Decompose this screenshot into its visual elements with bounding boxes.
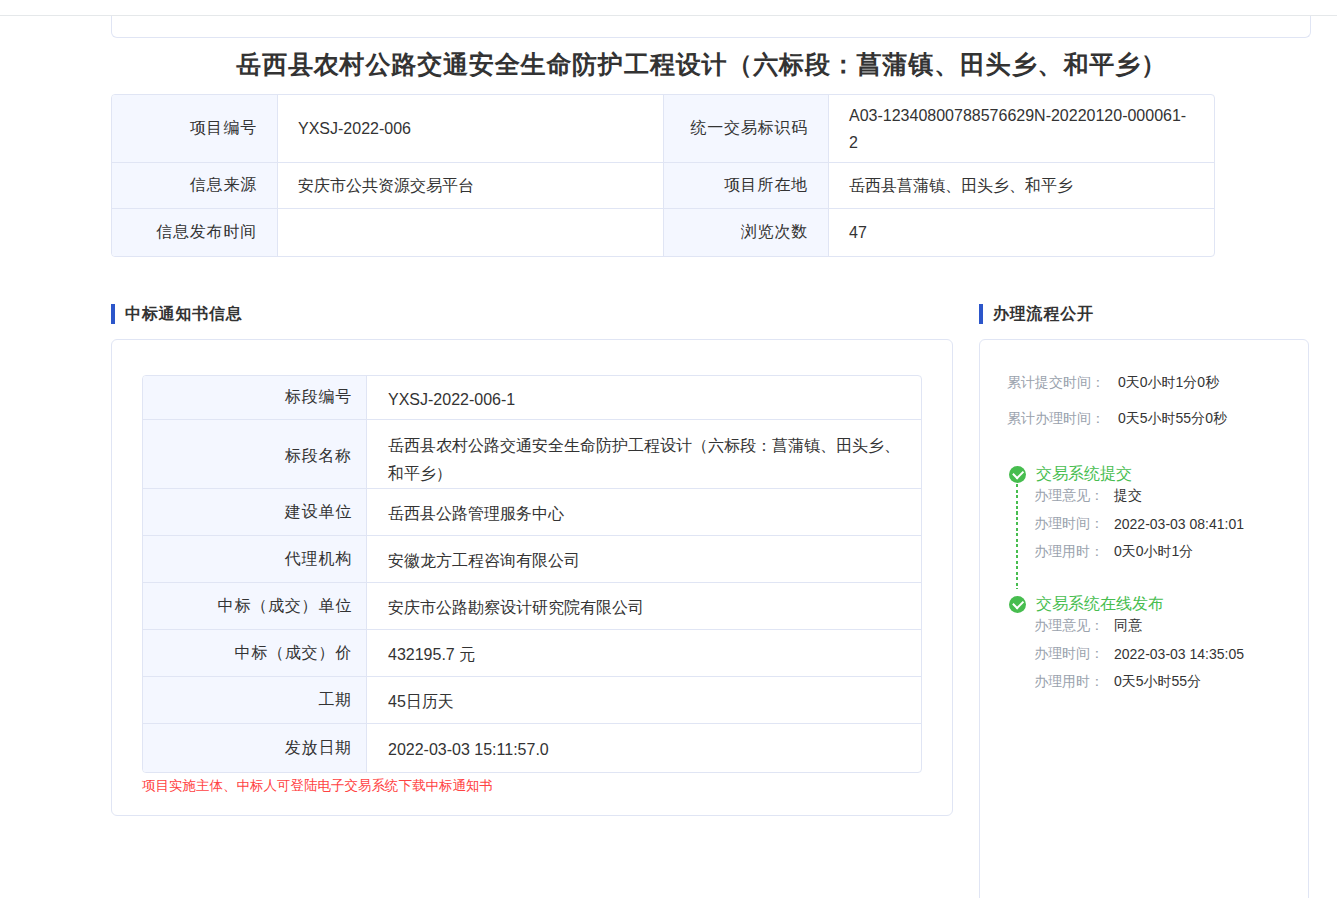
info-source-label: 信息来源	[112, 163, 278, 209]
issue-date-value: 2022-03-03 15:11:57.0	[367, 724, 921, 772]
duration-value: 45日历天	[367, 677, 921, 723]
process-section-header: 办理流程公开	[979, 304, 1094, 324]
notice-row-construction-unit: 建设单位岳西县公路管理服务中心	[143, 489, 921, 536]
step-1-detail-2: 办理用时：0天0小时1分	[1034, 542, 1193, 562]
notice-section-title: 中标通知书信息	[125, 304, 243, 325]
notice-section-header: 中标通知书信息	[111, 304, 243, 324]
project-location-label: 项目所在地	[664, 163, 829, 209]
publish-time-value	[278, 209, 664, 256]
timeline-step-1-header: 交易系统提交	[1009, 466, 1132, 483]
step-2-detail-1: 办理时间：2022-03-03 14:35:05	[1034, 644, 1244, 664]
section-number-value: YXSJ-2022-006-1	[367, 376, 921, 419]
summary-row-submit-time: 累计提交时间：0天0小时1分0秒	[1007, 373, 1219, 393]
step-1-detail-1: 办理时间：2022-03-03 08:41:01	[1034, 514, 1244, 534]
step-1-detail-0: 办理意见：提交	[1034, 486, 1142, 506]
process-section-accent-bar	[979, 304, 983, 324]
agency-label: 代理机构	[143, 536, 367, 582]
project-number-value: YXSJ-2022-006	[278, 95, 664, 163]
timeline-step-1: 交易系统提交办理意见：提交办理时间：2022-03-03 08:41:01办理用…	[1009, 466, 1132, 483]
notice-row-section-number: 标段编号YXSJ-2022-006-1	[143, 376, 921, 420]
notice-row-winning-price: 中标（成交）价432195.7 元	[143, 630, 921, 677]
notice-download-note: 项目实施主体、中标人可登陆电子交易系统下载中标通知书	[142, 777, 493, 795]
section-number-label: 标段编号	[143, 376, 367, 419]
timeline-step-2-header: 交易系统在线发布	[1009, 596, 1164, 613]
winning-price-value: 432195.7 元	[367, 630, 921, 676]
view-count-value: 47	[829, 209, 1214, 256]
agency-value: 安徽龙方工程咨询有限公司	[367, 536, 921, 582]
project-info-table: 项目编号YXSJ-2022-006统一交易标识码A03-123408007885…	[111, 94, 1215, 257]
notice-row-winning-bidder: 中标（成交）单位安庆市公路勘察设计研究院有限公司	[143, 583, 921, 630]
summary-row-process-time: 累计办理时间：0天5小时55分0秒	[1007, 409, 1227, 429]
trade-id-label: 统一交易标识码	[664, 95, 829, 163]
timeline-connector	[1016, 484, 1018, 589]
publish-time-label: 信息发布时间	[112, 209, 278, 256]
winning-bidder-value: 安庆市公路勘察设计研究院有限公司	[367, 583, 921, 629]
page-title: 岳西县农村公路交通安全生命防护工程设计（六标段：菖蒲镇、田头乡、和平乡）	[111, 50, 1292, 79]
check-circle-icon	[1009, 596, 1026, 613]
section-name-label: 标段名称	[143, 420, 367, 488]
breadcrumb-box	[111, 16, 1311, 38]
notice-row-issue-date: 发放日期2022-03-03 15:11:57.0	[143, 724, 921, 772]
view-count-label: 浏览次数	[664, 209, 829, 256]
construction-unit-label: 建设单位	[143, 489, 367, 535]
notice-row-agency: 代理机构安徽龙方工程咨询有限公司	[143, 536, 921, 583]
construction-unit-value: 岳西县公路管理服务中心	[367, 489, 921, 535]
duration-label: 工期	[143, 677, 367, 723]
project-number-label: 项目编号	[112, 95, 278, 163]
section-name-value: 岳西县农村公路交通安全生命防护工程设计（六标段：菖蒲镇、田头乡、和平乡）	[367, 420, 921, 488]
trade-id-value: A03-12340800788576629N-20220120-000061-2	[829, 95, 1214, 163]
step-2-detail-0: 办理意见：同意	[1034, 616, 1142, 636]
process-section-title: 办理流程公开	[993, 304, 1094, 325]
process-card: 累计提交时间：0天0小时1分0秒累计办理时间：0天5小时55分0秒交易系统提交办…	[979, 339, 1309, 898]
check-circle-icon	[1009, 466, 1026, 483]
notice-row-duration: 工期45日历天	[143, 677, 921, 724]
timeline-step-2: 交易系统在线发布办理意见：同意办理时间：2022-03-03 14:35:05办…	[1009, 596, 1164, 613]
winning-price-label: 中标（成交）价	[143, 630, 367, 676]
notice-section-accent-bar	[111, 304, 115, 324]
project-location-value: 岳西县菖蒲镇、田头乡、和平乡	[829, 163, 1214, 209]
page: 岳西县农村公路交通安全生命防护工程设计（六标段：菖蒲镇、田头乡、和平乡） 项目编…	[0, 0, 1337, 898]
notice-row-section-name: 标段名称岳西县农村公路交通安全生命防护工程设计（六标段：菖蒲镇、田头乡、和平乡）	[143, 420, 921, 489]
info-source-value: 安庆市公共资源交易平台	[278, 163, 664, 209]
winning-bidder-label: 中标（成交）单位	[143, 583, 367, 629]
step-2-detail-2: 办理用时：0天5小时55分	[1034, 672, 1201, 692]
issue-date-label: 发放日期	[143, 724, 367, 772]
notice-table: 标段编号YXSJ-2022-006-1标段名称岳西县农村公路交通安全生命防护工程…	[142, 375, 922, 773]
